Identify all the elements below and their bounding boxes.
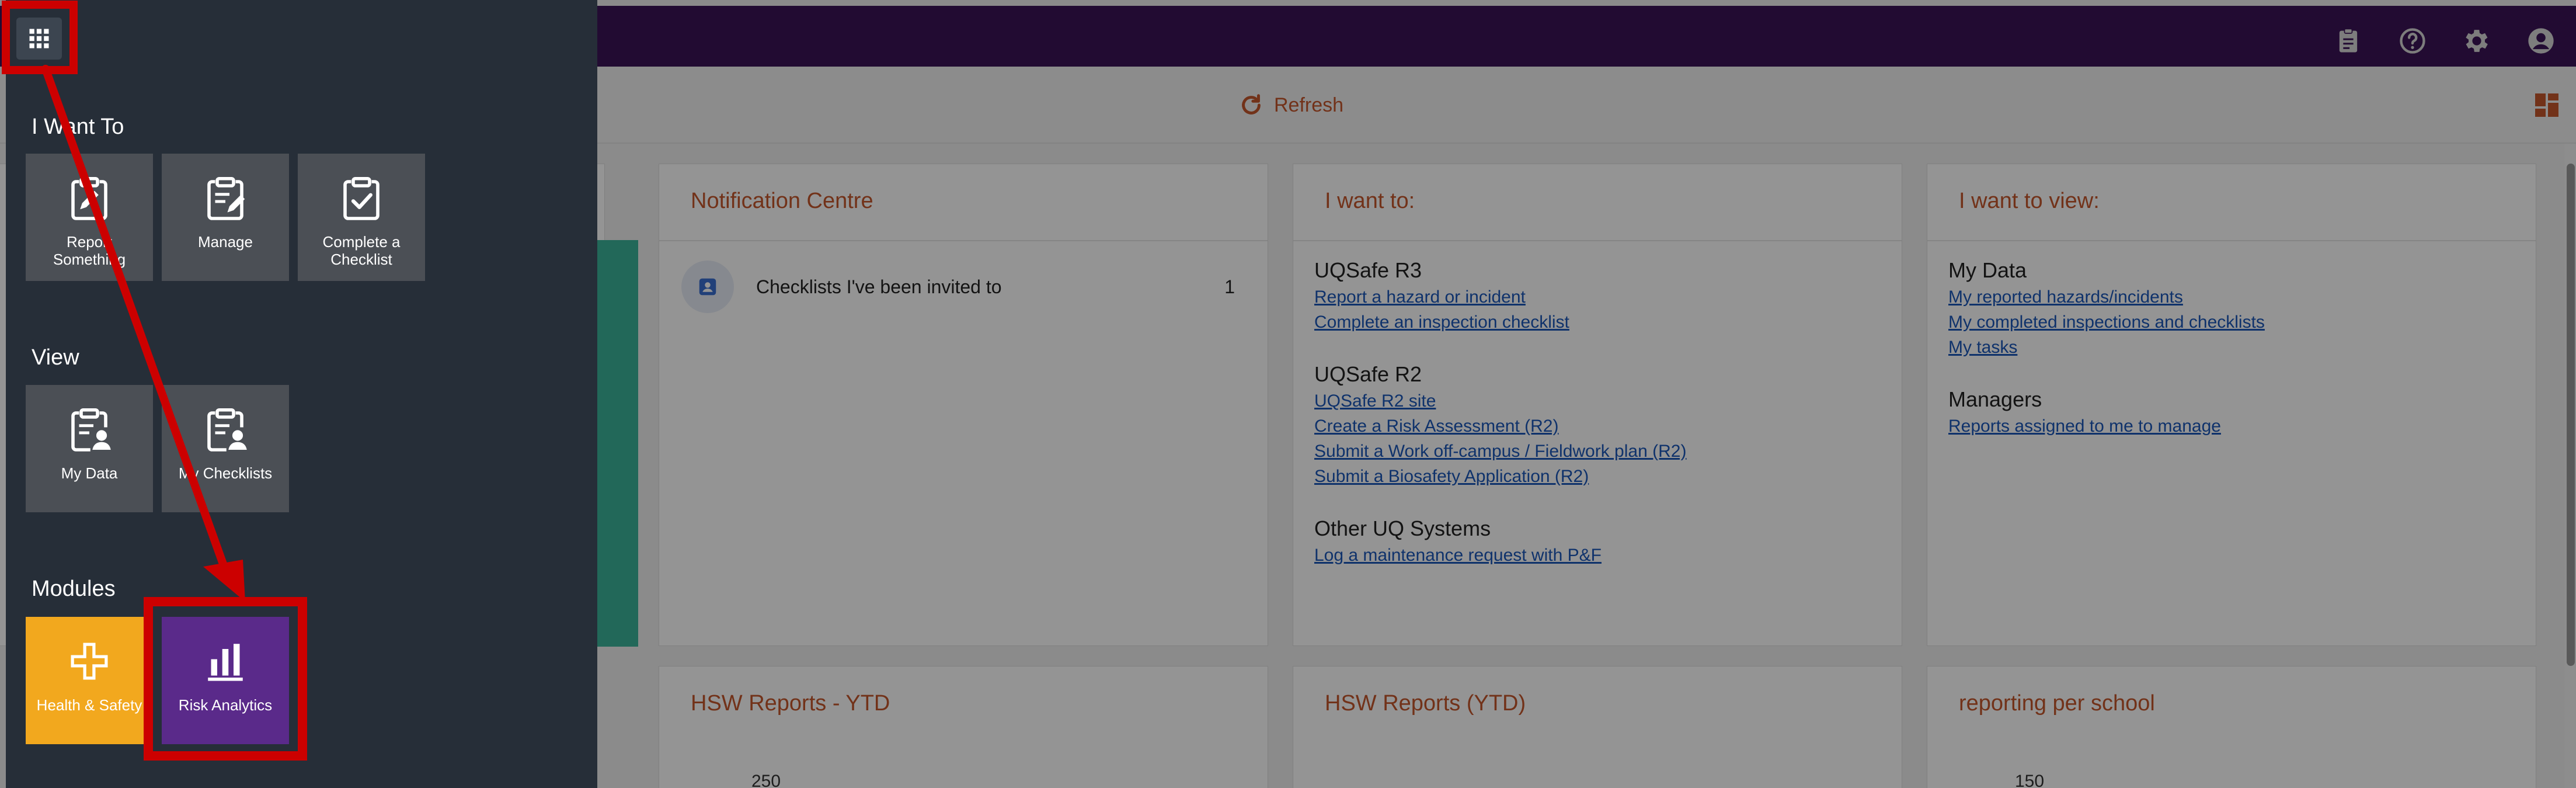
section-title-i-want-to: I Want To xyxy=(32,114,124,139)
clipboard-pen-icon xyxy=(71,176,107,220)
my-data-tile[interactable]: My Data xyxy=(26,385,153,512)
clipboard-edit-icon xyxy=(207,176,245,220)
tile-label: Health & Safety xyxy=(36,696,142,714)
tile-label: My Checklists xyxy=(178,464,273,482)
tile-label: Complete a Checklist xyxy=(322,233,401,268)
report-something-tile[interactable]: Report Something xyxy=(26,154,153,281)
clipboard-check-icon xyxy=(343,176,380,220)
tile-label: My Data xyxy=(61,464,118,482)
section-title-view: View xyxy=(32,345,79,370)
clipboard-person-icon xyxy=(207,408,247,452)
manage-tile[interactable]: Manage xyxy=(162,154,289,281)
tile-label: Risk Analytics xyxy=(178,696,273,714)
clipboard-person-icon xyxy=(71,408,111,452)
risk-analytics-tile[interactable]: Risk Analytics xyxy=(162,617,289,744)
complete-checklist-tile[interactable]: Complete a Checklist xyxy=(298,154,425,281)
health-safety-tile[interactable]: Health & Safety xyxy=(26,617,153,744)
my-checklists-tile[interactable]: My Checklists xyxy=(162,385,289,512)
grid-icon xyxy=(29,29,49,48)
bar-chart-icon xyxy=(208,644,243,681)
app-drawer: I Want To Report Something Manage Comple… xyxy=(6,0,597,788)
section-title-modules: Modules xyxy=(32,577,116,601)
cross-icon xyxy=(71,643,108,680)
tile-label: Manage xyxy=(198,233,253,251)
tile-label: Report Something xyxy=(53,233,126,268)
app-launcher-button[interactable] xyxy=(16,18,62,60)
